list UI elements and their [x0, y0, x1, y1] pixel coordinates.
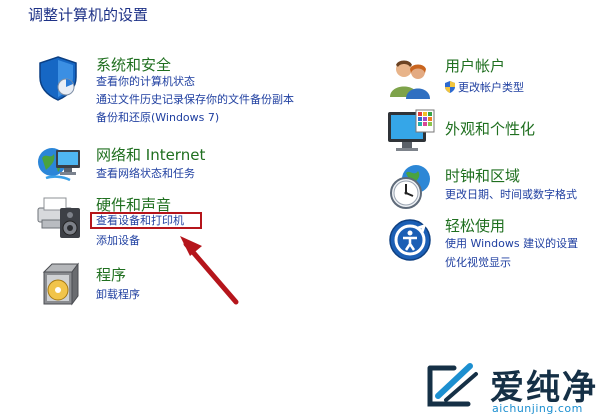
monitor-palette-icon[interactable] — [386, 108, 435, 152]
watermark: 爱纯净 aichunjing.com — [420, 360, 610, 416]
category-title-ease-of-access[interactable]: 轻松使用 — [445, 215, 505, 236]
link-file-history-backup[interactable]: 通过文件历史记录保存你的文件备份副本 — [96, 92, 294, 108]
link-change-account-type-label: 更改帐户类型 — [458, 81, 524, 94]
link-windows-recommended-settings[interactable]: 使用 Windows 建议的设置 — [445, 236, 578, 252]
category-title-clock-region[interactable]: 时钟和区域 — [445, 165, 520, 186]
ease-of-access-icon[interactable] — [388, 216, 432, 261]
users-icon[interactable] — [388, 55, 432, 99]
uac-shield-icon — [445, 81, 455, 93]
link-uninstall-program[interactable]: 卸载程序 — [96, 287, 140, 303]
category-title-network-internet[interactable]: 网络和 Internet — [96, 144, 205, 165]
network-globe-icon[interactable] — [36, 140, 80, 184]
highlight-box — [90, 212, 202, 229]
watermark-url: aichunjing.com — [492, 402, 583, 415]
link-view-network-status[interactable]: 查看网络状态和任务 — [96, 166, 195, 182]
link-view-computer-status[interactable]: 查看你的计算机状态 — [96, 74, 195, 90]
page-title: 调整计算机的设置 — [28, 6, 149, 24]
red-arrow-annotation — [180, 236, 239, 305]
category-title-user-accounts[interactable]: 用户帐户 — [445, 55, 505, 76]
link-change-account-type[interactable]: 更改帐户类型 — [445, 80, 524, 96]
link-backup-restore-win7[interactable]: 备份和还原(Windows 7) — [96, 110, 219, 126]
link-optimize-visual-display[interactable]: 优化视觉显示 — [445, 255, 511, 271]
shield-icon[interactable] — [36, 55, 80, 101]
programs-disc-icon[interactable] — [38, 262, 82, 306]
clock-globe-icon[interactable] — [388, 163, 432, 209]
category-title-appearance[interactable]: 外观和个性化 — [445, 118, 535, 139]
link-add-device[interactable]: 添加设备 — [96, 233, 140, 249]
link-change-date-time-format[interactable]: 更改日期、时间或数字格式 — [445, 187, 577, 203]
printer-speaker-icon[interactable] — [34, 192, 80, 238]
brand-logo-icon — [427, 363, 478, 407]
category-title-system-security[interactable]: 系统和安全 — [96, 54, 171, 75]
category-title-programs[interactable]: 程序 — [96, 264, 126, 285]
